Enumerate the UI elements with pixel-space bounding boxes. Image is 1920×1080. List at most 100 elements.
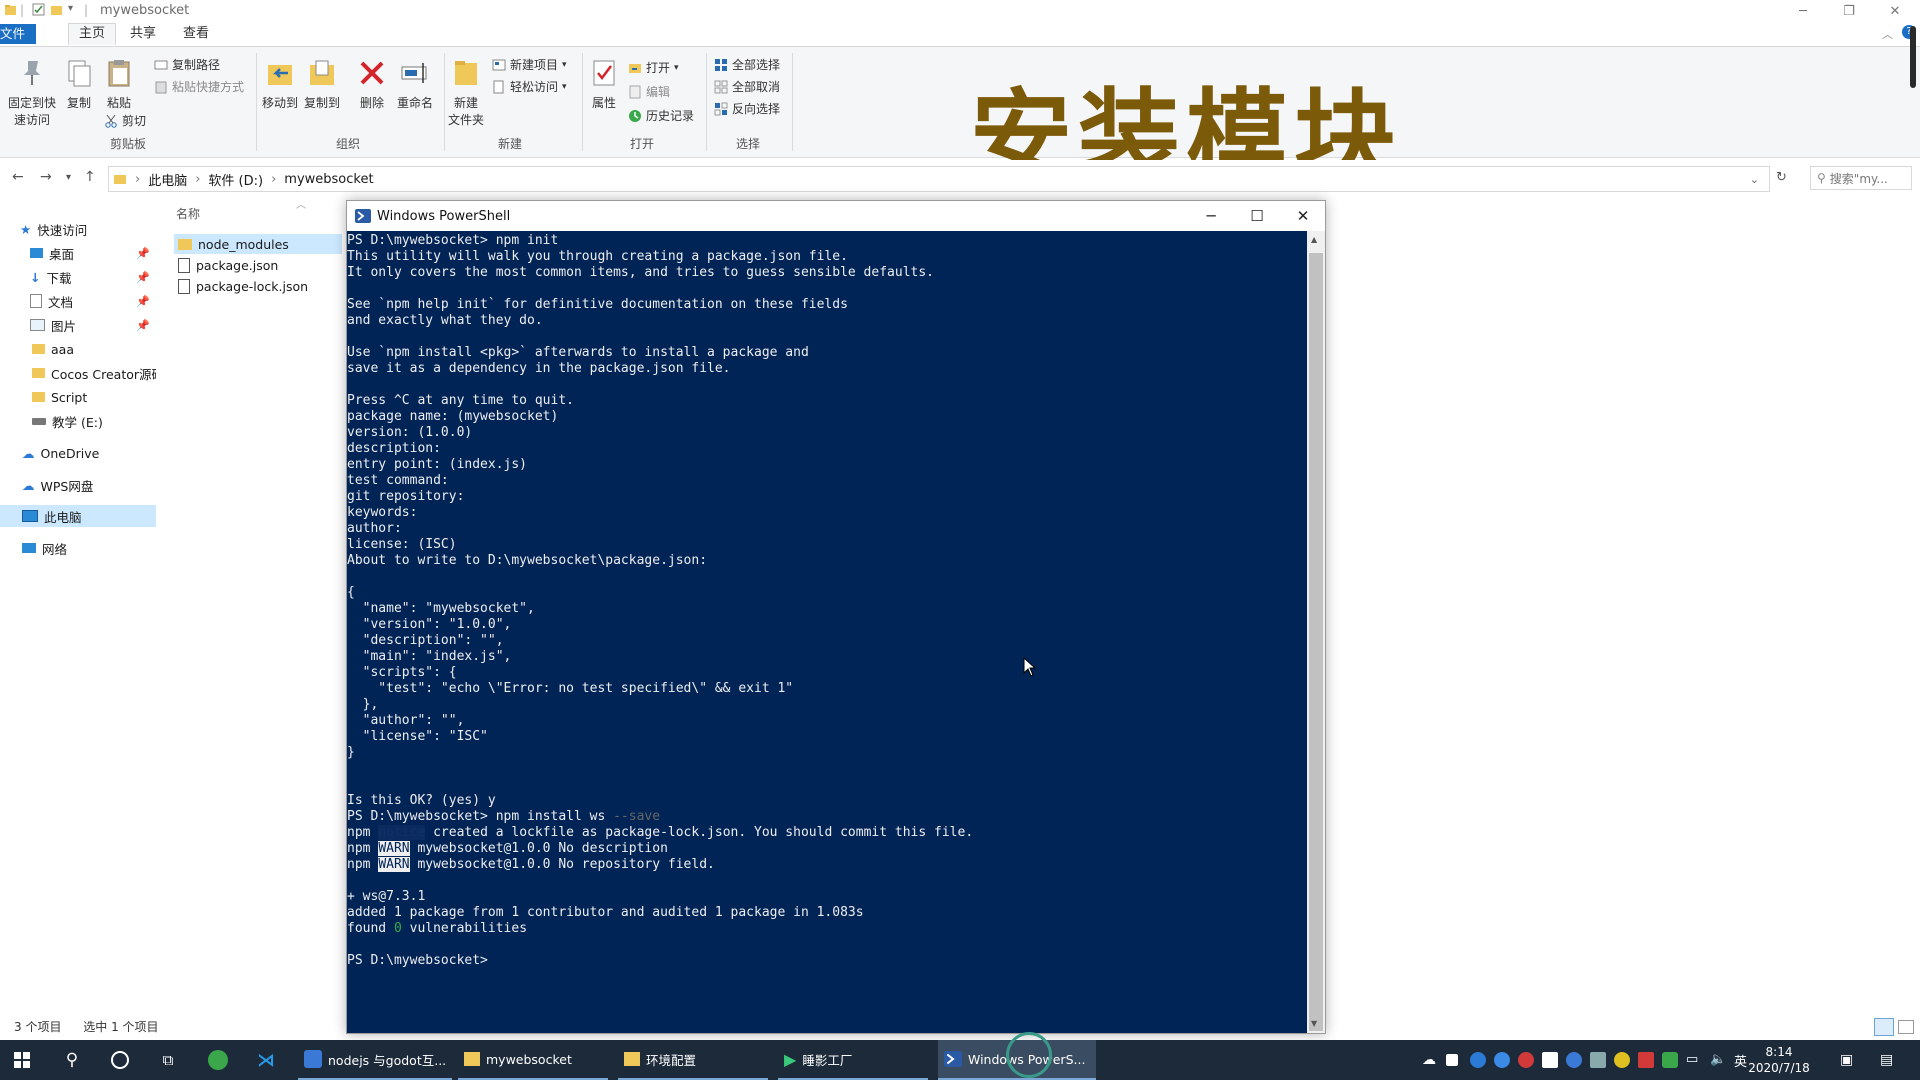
nav-this-pc[interactable]: 此电脑 (0, 505, 156, 527)
move-to-button[interactable]: 移动到 (260, 57, 300, 111)
forward-icon[interactable]: → (40, 169, 52, 185)
customize-toolbar-icon[interactable]: ▾ (68, 3, 73, 14)
nav-network[interactable]: 网络 (22, 537, 156, 559)
select-none-button[interactable]: 全部取消 (714, 78, 780, 95)
console-output[interactable]: PS D:\mywebsocket> npm init This utility… (347, 231, 1307, 1033)
paste-shortcut-button[interactable]: 粘贴快捷方式 (154, 78, 244, 95)
explorer-scrollbar-thumb[interactable] (1910, 26, 1916, 88)
nav-downloads[interactable]: ↓ 下载 📌 (30, 266, 156, 288)
nav-wps-cloud[interactable]: ☁ WPS网盘 (22, 474, 156, 496)
large-icons-view-icon[interactable] (1898, 1020, 1914, 1034)
address-history-icon[interactable]: ⌄ (1750, 173, 1759, 186)
open-button[interactable]: 打开 ▾ (628, 59, 679, 76)
recent-locations-icon[interactable]: ▾ (66, 172, 71, 183)
properties-button[interactable]: 属性 (586, 57, 622, 111)
ps-close-button[interactable]: ✕ (1283, 205, 1323, 227)
tray-app-icon[interactable] (1470, 1052, 1486, 1068)
tray-app-icon[interactable] (1638, 1052, 1654, 1068)
tab-file[interactable]: 文件 (0, 24, 36, 44)
invert-selection-button[interactable]: 反向选择 (714, 100, 780, 117)
tray-app-icon[interactable] (1590, 1052, 1606, 1068)
column-header-name[interactable]: 名称 (176, 205, 200, 222)
task-view-icon[interactable]: ⧉ (146, 1040, 190, 1080)
select-all-button[interactable]: 全部选择 (714, 56, 780, 73)
search-icon[interactable]: ⚲ (50, 1040, 94, 1080)
nav-folder-aaa[interactable]: aaa (32, 338, 156, 360)
tab-share[interactable]: 共享 (120, 24, 166, 44)
tray-app-icon[interactable] (1542, 1052, 1558, 1068)
nav-desktop[interactable]: 桌面 📌 (30, 242, 156, 264)
nav-onedrive[interactable]: ☁ OneDrive (22, 442, 156, 464)
back-icon[interactable]: ← (12, 169, 24, 185)
cortana-icon[interactable] (98, 1040, 142, 1080)
taskbar-app-env-config[interactable]: 环境配置 (618, 1040, 768, 1080)
nav-folder-script[interactable]: Script (32, 386, 156, 408)
powershell-title-bar[interactable]: Windows PowerShell ─ ☐ ✕ (347, 201, 1325, 231)
minimize-button[interactable]: ─ (1780, 0, 1826, 22)
sort-indicator-icon: ︿ (296, 200, 306, 211)
edit-button[interactable]: 编辑 (628, 83, 670, 100)
pin-quick-access-button[interactable]: 固定到快 速访问 (4, 57, 60, 128)
easy-access-button[interactable]: 轻松访问 ▾ (492, 78, 567, 95)
security-tray-icon[interactable] (1662, 1052, 1678, 1068)
nav-drive-e[interactable]: 教学 (E:) (32, 410, 156, 432)
tray-app-icon[interactable] (1446, 1054, 1458, 1066)
notification-icon[interactable]: ▤ (1880, 1052, 1896, 1068)
taskbar-app-factory[interactable]: ▶ 睡影工厂 (778, 1040, 928, 1080)
console-scrollbar-thumb[interactable] (1309, 253, 1323, 1031)
tab-view[interactable]: 查看 (173, 24, 219, 44)
refresh-icon[interactable]: ↻ (1776, 170, 1787, 185)
ps-maximize-button[interactable]: ☐ (1237, 205, 1277, 227)
file-row-package-json[interactable]: package.json (174, 255, 342, 275)
cut-button[interactable]: 剪切 (104, 112, 146, 129)
powershell-window[interactable]: Windows PowerShell ─ ☐ ✕ PS D:\mywebsock… (346, 200, 1326, 1034)
file-row-package-lock-json[interactable]: package-lock.json (174, 276, 342, 296)
new-folder-icon[interactable] (50, 3, 63, 16)
file-row-node-modules[interactable]: node_modules (174, 234, 342, 254)
taskbar-app-nodejs[interactable]: nodejs 与godot互... (298, 1040, 452, 1080)
breadcrumb-this-pc[interactable]: 此电脑 (148, 170, 187, 189)
search-input[interactable]: ⚲ 搜索"my... (1810, 166, 1912, 190)
ps-minimize-button[interactable]: ─ (1191, 205, 1231, 227)
nav-documents[interactable]: 文档 📌 (30, 290, 156, 312)
start-button[interactable] (0, 1040, 44, 1080)
clock[interactable]: 8:14 2020/7/18 (1746, 1044, 1812, 1076)
copy-path-button[interactable]: 复制路径 (154, 56, 220, 73)
copy-button[interactable]: 复制 (62, 57, 96, 111)
close-button[interactable]: ✕ (1872, 0, 1918, 22)
nav-folder-cocos[interactable]: Cocos Creator源码 (32, 362, 156, 384)
collapse-ribbon-icon[interactable]: ︿ (1882, 26, 1893, 42)
copy-to-button[interactable]: 复制到 (302, 57, 342, 111)
breadcrumb-drive-d[interactable]: 软件 (D:) (208, 170, 263, 189)
taskbar-app-mywebsocket[interactable]: mywebsocket (458, 1040, 608, 1080)
scroll-up-icon[interactable]: ▲ (1311, 235, 1317, 244)
nav-quick-access[interactable]: ★ 快速访问 (20, 218, 156, 240)
wechat-pin-icon[interactable] (196, 1040, 240, 1080)
tab-home[interactable]: 主页 (68, 23, 117, 45)
paste-button[interactable]: 粘贴 (102, 57, 136, 111)
scroll-down-icon[interactable]: ▼ (1311, 1019, 1317, 1028)
tray-app-icon[interactable] (1494, 1052, 1510, 1068)
properties-icon[interactable] (32, 3, 45, 16)
details-view-icon[interactable] (1874, 1018, 1894, 1036)
address-bar[interactable]: › 此电脑 › 软件 (D:) › mywebsocket ⌄ (108, 166, 1770, 192)
show-desktop-icon[interactable]: ▣ (1840, 1052, 1856, 1068)
up-icon[interactable]: ↑ (84, 169, 96, 185)
record-tray-icon[interactable] (1518, 1052, 1534, 1068)
nav-pictures[interactable]: 图片 📌 (30, 314, 156, 336)
tray-app-icon[interactable] (1614, 1052, 1630, 1068)
new-item-button[interactable]: 新建项目 ▾ (492, 56, 567, 73)
new-folder-button[interactable]: 新建 文件夹 (448, 57, 484, 128)
tray-app-icon[interactable] (1566, 1052, 1582, 1068)
delete-button[interactable]: 删除 (354, 57, 390, 111)
onedrive-tray-icon[interactable]: ☁ (1422, 1052, 1438, 1068)
vscode-pin-icon[interactable]: ⋊ (244, 1040, 288, 1080)
volume-icon[interactable]: 🔈 (1710, 1052, 1726, 1068)
network-tray-icon[interactable]: ▭ (1686, 1052, 1702, 1068)
rename-button[interactable]: 重命名 (394, 57, 436, 111)
mouse-cursor-icon (1023, 657, 1037, 677)
maximize-button[interactable]: ❐ (1826, 0, 1872, 22)
console-line: "scripts": { (347, 665, 457, 680)
history-button[interactable]: 历史记录 (628, 107, 694, 124)
breadcrumb-mywebsocket[interactable]: mywebsocket (284, 172, 373, 187)
